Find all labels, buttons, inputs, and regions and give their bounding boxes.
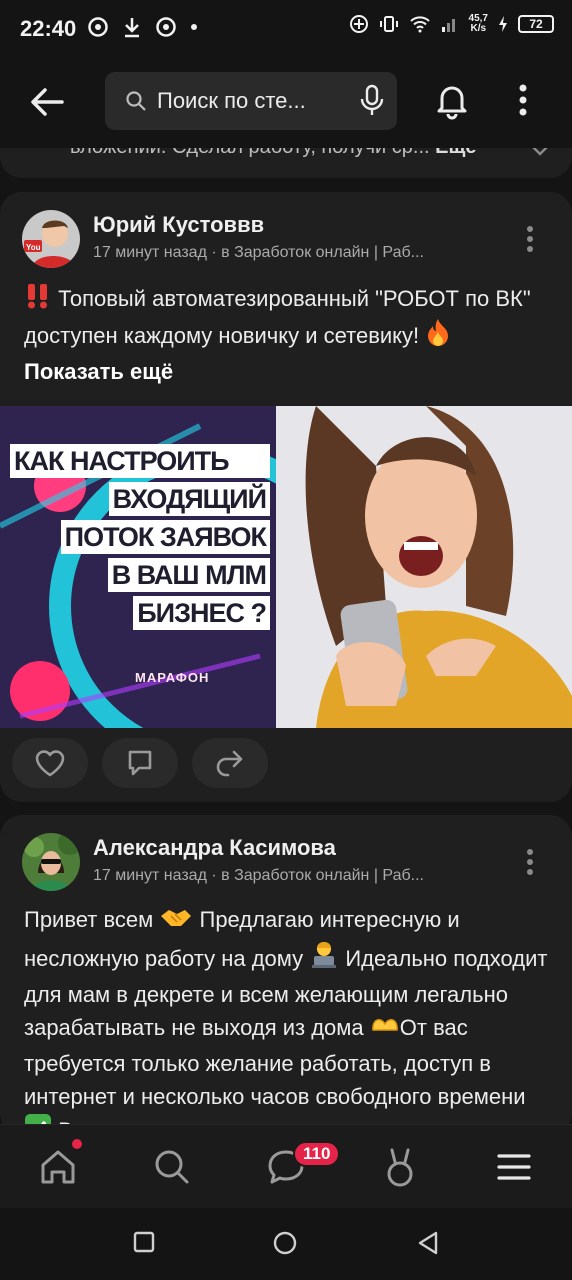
comment-button[interactable] (102, 738, 178, 788)
avatar-image (22, 833, 80, 891)
share-button[interactable] (192, 738, 268, 788)
nav-search[interactable] (148, 1143, 196, 1191)
wifi-icon (409, 16, 430, 33)
nav-menu[interactable] (490, 1143, 538, 1191)
vibrate-icon (379, 16, 398, 32)
home-icon (41, 1150, 75, 1184)
recents-icon[interactable] (132, 1230, 156, 1254)
post-text: Привет всем Предлагаю интересную и несло… (24, 903, 550, 1135)
microphone-icon[interactable] (359, 84, 385, 118)
dot-icon (191, 24, 197, 30)
system-navigation-bar (0, 1208, 572, 1280)
top-app-bar: Поиск по сте... (0, 58, 572, 148)
clips-icon (387, 1148, 413, 1187)
signal-icon (441, 19, 455, 32)
photo-angry-woman-with-phone (276, 406, 572, 728)
bottom-navigation: 110 (0, 1124, 572, 1208)
search-query-text: Поиск по сте... (157, 88, 306, 113)
double-exclamation-emoji-icon (24, 283, 52, 318)
post-author[interactable]: Юрий Кустоввв (93, 212, 264, 238)
promo-line-2: ВХОДЯЩИЙ (108, 482, 270, 516)
post-actions (12, 738, 268, 788)
fire-emoji-icon (425, 318, 451, 355)
search-input[interactable]: Поиск по сте... (105, 72, 397, 130)
more-vertical-icon[interactable] (522, 847, 538, 877)
like-button[interactable] (12, 738, 88, 788)
back-arrow-icon (31, 88, 64, 116)
home-notification-dot (72, 1139, 82, 1149)
promo-brand: МАРАФОН (135, 670, 210, 685)
feed-post: You Юрий Кустоввв 17 минут назад · в Зар… (0, 192, 572, 802)
post-text-part: Привет всем (24, 907, 160, 932)
nav-home[interactable] (34, 1143, 82, 1191)
more-vertical-icon[interactable] (522, 224, 538, 254)
promo-image: КАК НАСТРОИТЬ ВХОДЯЩИЙ ПОТОК ЗАЯВОК В ВА… (0, 406, 276, 728)
feed-post: Александра Касимова 17 минут назад · в З… (0, 815, 572, 1135)
show-more-link[interactable]: Показать ещё (24, 359, 173, 384)
home-circle-icon[interactable] (272, 1230, 298, 1256)
battery-indicator: 72 (518, 15, 554, 33)
comment-icon (128, 750, 152, 776)
nav-clips[interactable] (376, 1143, 424, 1191)
avatar-image: You (22, 210, 80, 268)
chrome-icon (88, 17, 108, 37)
network-speed-unit: K/s (470, 23, 487, 34)
messages-badge: 110 (293, 1141, 341, 1167)
avatar[interactable]: You (22, 210, 80, 268)
photo-illustration (276, 406, 572, 728)
post-image[interactable]: КАК НАСТРОИТЬ ВХОДЯЩИЙ ПОТОК ЗАЯВОК В ВА… (0, 406, 572, 728)
promo-line-4: В ВАШ МЛМ (107, 558, 270, 592)
search-icon (126, 91, 146, 111)
avatar[interactable] (22, 833, 80, 891)
back-button[interactable] (22, 80, 72, 124)
more-vertical-icon[interactable] (513, 80, 533, 120)
charging-icon (499, 16, 507, 32)
network-speed: 45,7 K/s (469, 14, 488, 34)
post-text: Топовый автоматезированный "РОБОТ по ВК"… (24, 282, 550, 388)
bell-icon[interactable] (432, 80, 472, 120)
back-triangle-icon[interactable] (416, 1230, 440, 1256)
post-meta[interactable]: 17 минут назад · в Заработок онлайн | Ра… (93, 867, 513, 885)
post-author[interactable]: Александра Касимова (93, 835, 336, 861)
post-text-body: Топовый автоматезированный "РОБОТ по ВК"… (24, 286, 531, 348)
share-icon (216, 750, 243, 777)
promo-line-3: ПОТОК ЗАЯВОК (60, 520, 270, 554)
menu-icon (497, 1154, 531, 1180)
download-icon (125, 18, 139, 38)
promo-line-1: КАК НАСТРОИТЬ (10, 444, 270, 478)
status-time: 22:40 (20, 16, 77, 41)
chrome-icon (156, 17, 176, 37)
promo-line-5: БИЗНЕС ? (133, 596, 270, 630)
data-saver-icon (349, 15, 368, 33)
status-bar: 22:40 45,7 K/s 72 (0, 0, 572, 58)
heart-hands-emoji-icon (370, 1012, 400, 1047)
heart-icon (35, 750, 65, 777)
promo-headline: КАК НАСТРОИТЬ ВХОДЯЩИЙ ПОТОК ЗАЯВОК В ВА… (10, 444, 270, 634)
search-icon (155, 1150, 189, 1184)
svg-text:You: You (26, 243, 41, 252)
system-status-icons: 45,7 K/s 72 (349, 14, 554, 34)
technologist-emoji-icon (309, 939, 339, 978)
post-meta[interactable]: 17 минут назад · в Заработок онлайн | Ра… (93, 244, 513, 262)
notification-icons (88, 16, 198, 38)
handshake-emoji-icon (159, 906, 193, 939)
